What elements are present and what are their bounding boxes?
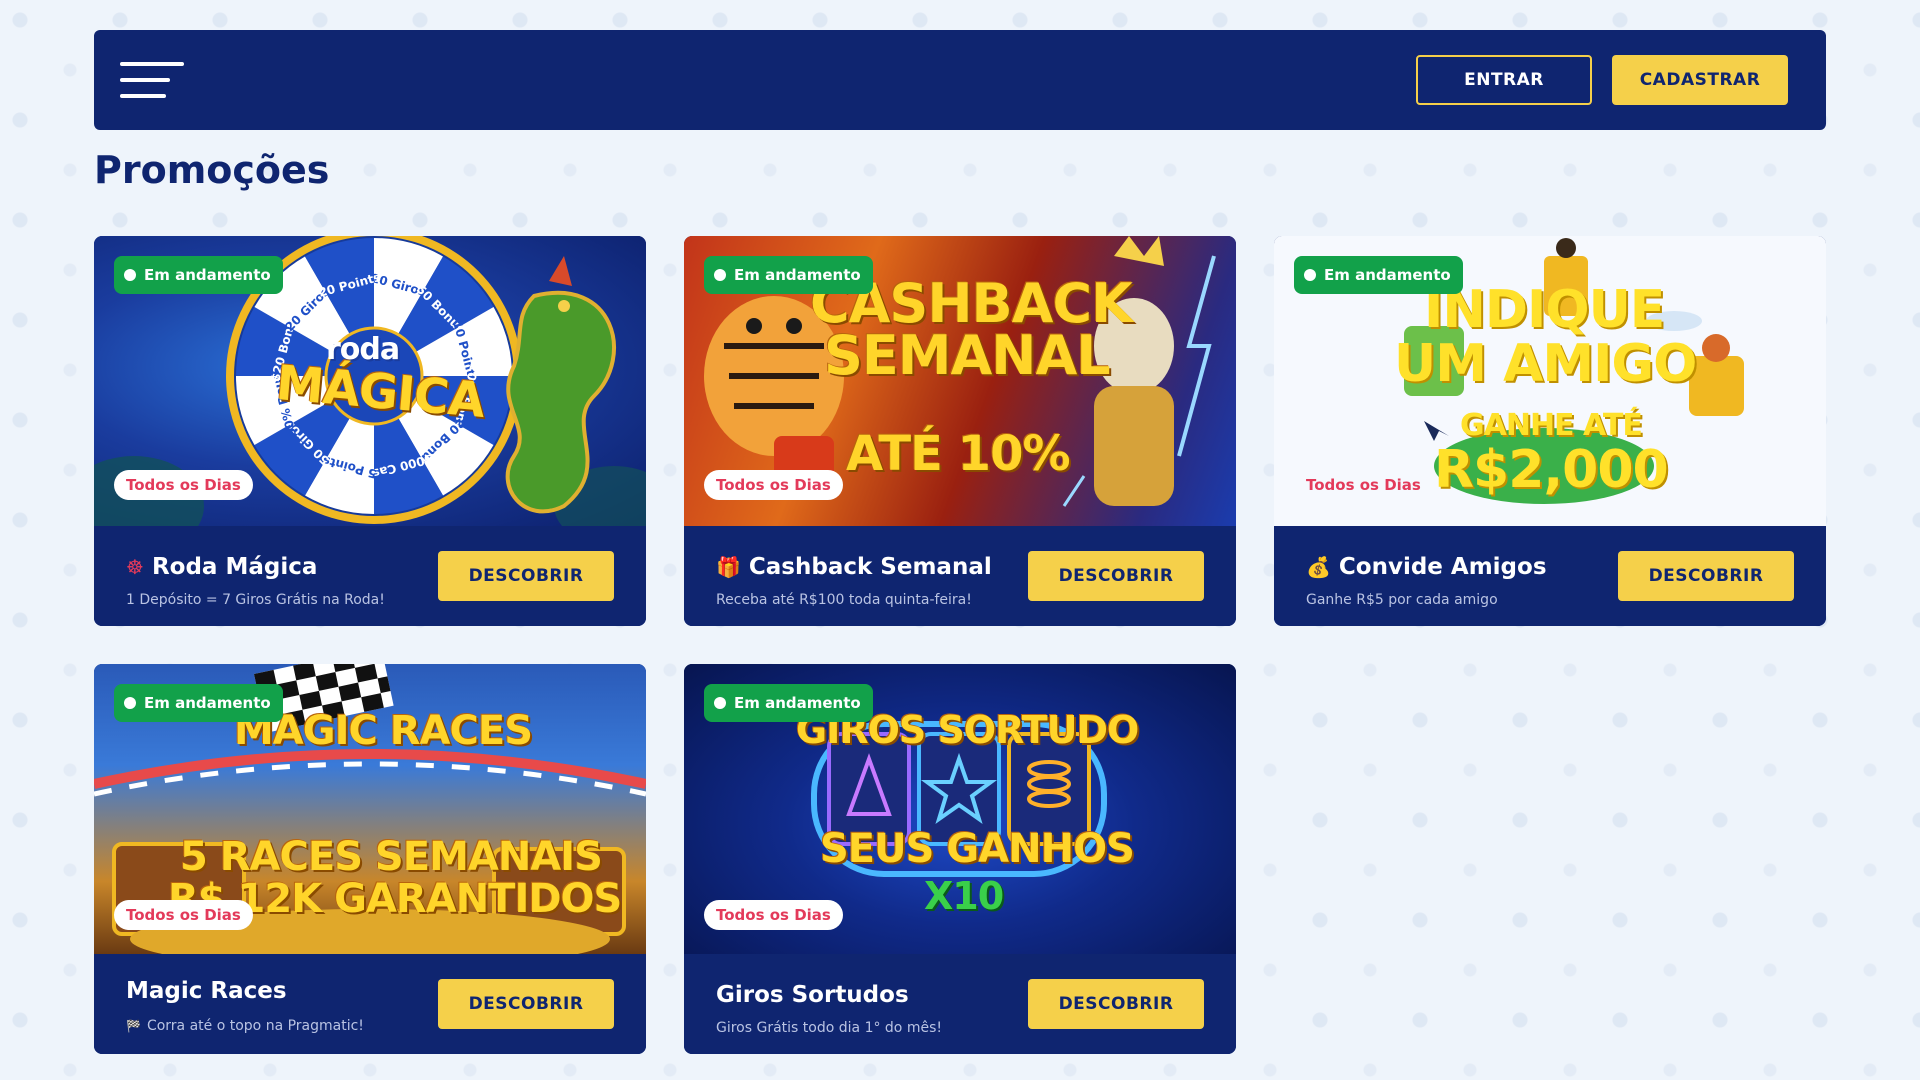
status-label: Em andamento [144,694,271,712]
discover-button[interactable]: DESCOBRIR [1618,551,1794,601]
frequency-badge: Todos os Dias [704,470,843,500]
banner-line-2: 5 RACES SEMANAIS [180,834,603,880]
promo-title: Magic Races [126,978,287,1004]
banner-line-3: GANHE ATÉ [1460,408,1643,443]
promo-title: Cashback Semanal [748,554,992,580]
promo-subtitle-row: 🏁 Corra até o topo na Pragmatic! [126,1018,364,1034]
hamburger-menu-icon[interactable] [120,60,186,100]
status-badge: Em andamento [704,256,873,294]
frequency-badge: Todos os Dias [114,470,253,500]
promo-subtitle: Receba até R$100 toda quinta-feira! [716,592,972,608]
promo-card-footer: ☸ Roda Mágica 1 Depósito = 7 Giros Gráti… [94,526,646,626]
status-badge: Em andamento [114,684,283,722]
promo-title-row: Magic Races [126,978,287,1004]
promo-card-footer: 🎁 Cashback Semanal Receba até R$100 toda… [684,526,1236,626]
status-label: Em andamento [1324,266,1451,284]
promo-title-row: ☸ Roda Mágica [126,554,317,580]
banner-line-3: ATÉ 10% [846,426,1071,482]
promo-card-footer: Giros Sortudos Giros Grátis todo dia 1° … [684,954,1236,1054]
status-label: Em andamento [734,694,861,712]
promo-banner-image[interactable]: GIROS SORTUDO SEUS GANHOS X10 Em andamen… [684,664,1236,954]
promo-banner-image[interactable]: INDIQUE UM AMIGO GANHE ATÉ R$2,000 Em an… [1274,236,1826,526]
banner-line-2: UM AMIGO [1394,334,1697,394]
status-dot-icon [714,697,726,709]
checkered-flag-icon: 🏁 [126,1019,141,1033]
frequency-badge: Todos os Dias [1294,470,1433,500]
promo-title: Roda Mágica [151,554,318,580]
register-button[interactable]: CADASTRAR [1612,55,1788,105]
status-dot-icon [1304,269,1316,281]
status-badge: Em andamento [114,256,283,294]
frequency-badge: Todos os Dias [704,900,843,930]
status-dot-icon [124,269,136,281]
banner-line-3: X10 [924,874,1004,918]
promo-banner-image[interactable]: MAGIC RACES 5 RACES SEMANAIS R$ 12K GARA… [94,664,646,954]
frequency-badge: Todos os Dias [114,900,253,930]
status-dot-icon [714,269,726,281]
gift-icon: 🎁 [716,555,741,579]
discover-button[interactable]: DESCOBRIR [1028,551,1204,601]
promo-title-row: Giros Sortudos [716,982,909,1008]
status-label: Em andamento [144,266,271,284]
promo-card-magic-races: MAGIC RACES 5 RACES SEMANAIS R$ 12K GARA… [94,664,646,1054]
promo-subtitle: Corra até o topo na Pragmatic! [146,1018,364,1034]
promo-subtitle: 1 Depósito = 7 Giros Grátis na Roda! [126,592,385,608]
banner-line-2: SEMANAL [824,324,1111,387]
login-button[interactable]: ENTRAR [1416,55,1592,105]
status-badge: Em andamento [1294,256,1463,294]
discover-button[interactable]: DESCOBRIR [1028,979,1204,1029]
top-header: ENTRAR CADASTRAR [94,30,1826,130]
promo-card-cashback-semanal: CASHBACK SEMANAL ATÉ 10% Em andamento To… [684,236,1236,626]
promo-banner-image[interactable]: 10 Giros 50 Bonus 10 Points 20% Bonus 20 Bon… [94,236,646,526]
promo-title: Giros Sortudos [716,982,909,1008]
promo-title-row: 💰 Convide Amigos [1306,554,1547,580]
promo-title-row: 🎁 Cashback Semanal [716,554,992,580]
banner-line-2: SEUS GANHOS [820,826,1135,872]
promo-subtitle: Ganhe R$5 por cada amigo [1306,592,1498,608]
status-dot-icon [124,697,136,709]
discover-button[interactable]: DESCOBRIR [438,551,614,601]
banner-line-4: R$2,000 [1434,440,1669,500]
promo-card-footer: Magic Races 🏁 Corra até o topo na Pragma… [94,954,646,1054]
discover-button[interactable]: DESCOBRIR [438,979,614,1029]
promo-card-giros-sortudos: GIROS SORTUDO SEUS GANHOS X10 Em andamen… [684,664,1236,1054]
status-badge: Em andamento [704,684,873,722]
ferris-wheel-icon: ☸ [126,555,144,579]
promo-card-convide-amigos: INDIQUE UM AMIGO GANHE ATÉ R$2,000 Em an… [1274,236,1826,626]
promo-banner-image[interactable]: CASHBACK SEMANAL ATÉ 10% Em andamento To… [684,236,1236,526]
money-bag-icon: 💰 [1306,555,1331,579]
status-label: Em andamento [734,266,861,284]
promo-card-roda-magica: 10 Giros 50 Bonus 10 Points 20% Bonus 20 Bon… [94,236,646,626]
page-title: Promoções [94,148,330,192]
promo-subtitle: Giros Grátis todo dia 1° do mês! [716,1020,942,1036]
promo-card-footer: 💰 Convide Amigos Ganhe R$5 por cada amig… [1274,526,1826,626]
promo-title: Convide Amigos [1338,554,1547,580]
